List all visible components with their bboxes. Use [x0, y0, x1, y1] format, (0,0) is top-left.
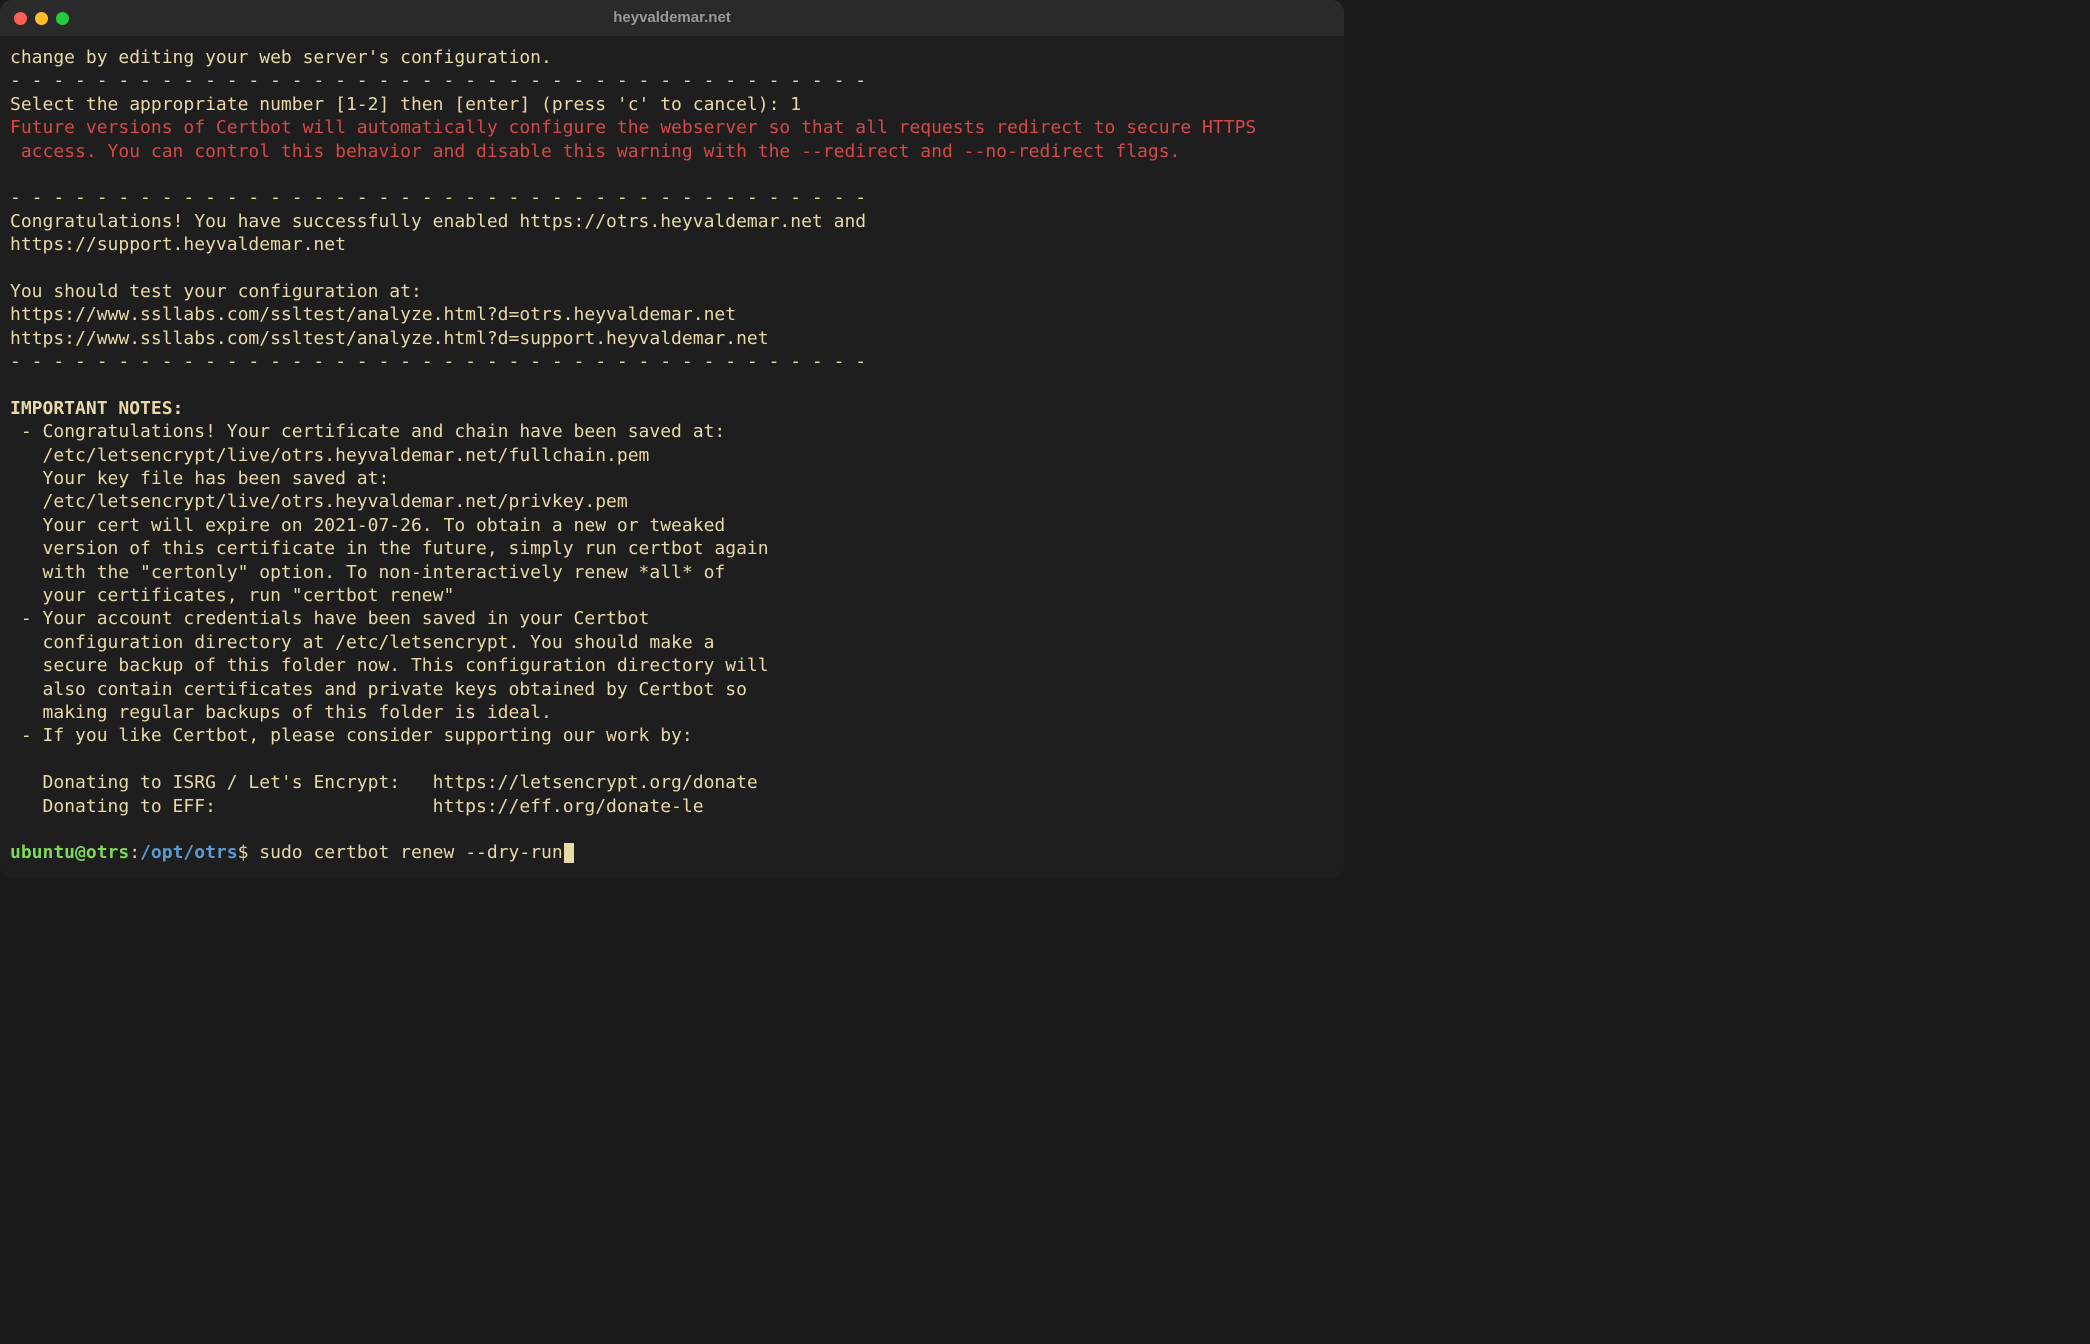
- output-line: Your cert will expire on 2021-07-26. To …: [10, 514, 1334, 537]
- output-line: Select the appropriate number [1-2] then…: [10, 93, 1334, 116]
- output-line: configuration directory at /etc/letsencr…: [10, 631, 1334, 654]
- output-line: Donating to EFF: https://eff.org/donate-…: [10, 795, 1334, 818]
- close-icon[interactable]: [14, 12, 27, 25]
- output-line: version of this certificate in the futur…: [10, 537, 1334, 560]
- output-line: secure backup of this folder now. This c…: [10, 654, 1334, 677]
- output-line-warning: access. You can control this behavior an…: [10, 140, 1334, 163]
- minimize-icon[interactable]: [35, 12, 48, 25]
- traffic-lights: [14, 12, 69, 25]
- prompt-colon: :: [129, 842, 140, 863]
- output-line: https://www.ssllabs.com/ssltest/analyze.…: [10, 327, 1334, 350]
- important-notes-heading: IMPORTANT NOTES:: [10, 397, 1334, 420]
- cursor-icon: [564, 843, 574, 864]
- terminal-window: heyvaldemar.net change by editing your w…: [0, 0, 1344, 878]
- output-line: - - - - - - - - - - - - - - - - - - - - …: [10, 186, 1334, 209]
- output-line: Donating to ISRG / Let's Encrypt: https:…: [10, 771, 1334, 794]
- output-line: change by editing your web server's conf…: [10, 46, 1334, 69]
- output-line: making regular backups of this folder is…: [10, 701, 1334, 724]
- terminal-output[interactable]: change by editing your web server's conf…: [0, 36, 1344, 878]
- output-line: [10, 748, 1334, 771]
- output-line: /etc/letsencrypt/live/otrs.heyvaldemar.n…: [10, 444, 1334, 467]
- output-line: - If you like Certbot, please consider s…: [10, 724, 1334, 747]
- output-line: https://support.heyvaldemar.net: [10, 233, 1334, 256]
- prompt-line: ubuntu@otrs:/opt/otrs$ sudo certbot rene…: [10, 841, 1334, 864]
- window-title: heyvaldemar.net: [613, 8, 731, 28]
- command-input[interactable]: sudo certbot renew --dry-run: [248, 842, 562, 863]
- output-line: /etc/letsencrypt/live/otrs.heyvaldemar.n…: [10, 490, 1334, 513]
- output-line: [10, 818, 1334, 841]
- output-line: Congratulations! You have successfully e…: [10, 210, 1334, 233]
- maximize-icon[interactable]: [56, 12, 69, 25]
- output-line: - - - - - - - - - - - - - - - - - - - - …: [10, 350, 1334, 373]
- prompt-user-host: ubuntu@otrs: [10, 842, 129, 863]
- output-line: [10, 257, 1334, 280]
- output-line: Your key file has been saved at:: [10, 467, 1334, 490]
- output-line: [10, 163, 1334, 186]
- output-line: - Congratulations! Your certificate and …: [10, 420, 1334, 443]
- output-line: also contain certificates and private ke…: [10, 678, 1334, 701]
- output-line: - Your account credentials have been sav…: [10, 607, 1334, 630]
- titlebar: heyvaldemar.net: [0, 0, 1344, 36]
- output-line: You should test your configuration at:: [10, 280, 1334, 303]
- output-line: [10, 373, 1334, 396]
- output-line: with the "certonly" option. To non-inter…: [10, 561, 1334, 584]
- output-line: your certificates, run "certbot renew": [10, 584, 1334, 607]
- output-line-warning: Future versions of Certbot will automati…: [10, 116, 1334, 139]
- prompt-path: /opt/otrs: [140, 842, 238, 863]
- prompt-symbol: $: [238, 842, 249, 863]
- output-line: - - - - - - - - - - - - - - - - - - - - …: [10, 69, 1334, 92]
- output-line: https://www.ssllabs.com/ssltest/analyze.…: [10, 303, 1334, 326]
